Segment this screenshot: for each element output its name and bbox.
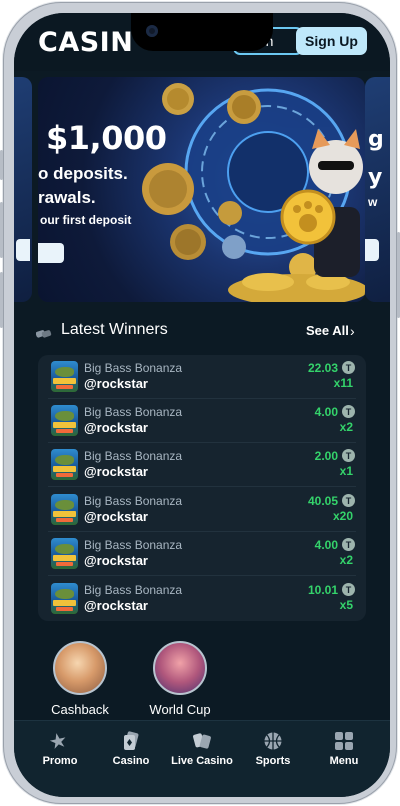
next-banner-text-1: g [368,127,384,152]
game-name: Big Bass Bonanza [84,538,183,552]
tether-coin-icon: T [342,449,355,462]
banner-cta-button[interactable] [38,243,64,263]
win-multiplier: x11 [333,376,353,390]
mute-switch [0,150,3,180]
nav-label: Sports [255,755,291,767]
win-amount: 2.00 [314,449,338,463]
win-multiplier: x2 [339,553,353,567]
winners-icon [36,330,52,338]
tether-coin-icon: T [342,538,355,551]
win-multiplier: x2 [339,420,353,434]
nav-casino[interactable]: Casino [95,729,167,777]
nav-label: Casino [112,755,150,767]
world-cup-thumbnail[interactable] [153,641,207,695]
cashback-thumbnail[interactable] [53,641,107,695]
nav-label: Promo [42,755,78,767]
win-amount: 4.00 [314,538,338,552]
game-name: Big Bass Bonanza [84,449,183,463]
banner-text-line-2: rawals. [38,188,96,207]
basketball-icon [264,732,282,750]
winner-row[interactable]: Big Bass Bonanza @rockstar 22.03 T x11 [38,355,366,399]
tether-coin-icon: T [342,583,355,596]
cards-icon [124,731,139,750]
bottom-navigation: Promo Casino Live Casino Sports Menu [14,720,390,797]
game-name: Big Bass Bonanza [84,405,183,419]
win-multiplier: x1 [339,464,353,478]
winner-username: @rockstar [84,464,148,479]
game-thumbnail [51,583,78,614]
game-name: Big Bass Bonanza [84,361,183,375]
winner-row[interactable]: Big Bass Bonanza @rockstar 2.00 T x1 [38,443,366,487]
game-thumbnail [51,449,78,480]
promo-label: World Cup [149,702,211,717]
front-camera [146,25,158,37]
casino-logo[interactable]: CASIN [38,27,133,58]
game-name: Big Bass Bonanza [84,494,183,508]
banner-text-line-3: our first deposit [40,213,132,227]
win-amount: 22.03 [307,361,338,375]
nav-live-casino[interactable]: Live Casino [166,729,238,777]
winner-row[interactable]: Big Bass Bonanza @rockstar 4.00 T x2 [38,532,366,576]
screen: CASIN in Sign Up g y w [14,13,390,797]
tether-coin-icon: T [342,361,355,374]
win-amount: 40.05 [307,494,338,508]
see-all-link[interactable]: See All [306,323,349,338]
nav-sports[interactable]: Sports [237,729,309,777]
star-icon [50,733,66,749]
winner-row[interactable]: Big Bass Bonanza @rockstar 40.05 T x20 [38,488,366,532]
next-banner-text-2: y [368,165,383,190]
bonus-amount: $1,000 [46,119,167,157]
winner-username: @rockstar [84,420,148,435]
winner-row[interactable]: Big Bass Bonanza @rockstar 4.00 T x2 [38,399,366,443]
game-thumbnail [51,494,78,525]
promo-banner[interactable]: $1,000 o deposits. rawals. our first dep… [38,77,365,302]
promo-label: Cashback [51,702,109,717]
win-amount: 4.00 [314,405,338,419]
winners-list: Big Bass Bonanza @rockstar 22.03 T x11 B… [38,355,366,621]
winner-username: @rockstar [84,598,148,613]
next-banner-cta[interactable] [365,239,379,261]
nav-label: Menu [329,755,359,767]
game-thumbnail [51,405,78,436]
winner-username: @rockstar [84,376,148,391]
winner-row[interactable]: Big Bass Bonanza @rockstar 10.01 T x5 [38,577,366,621]
game-thumbnail [51,361,78,392]
next-banner-text-3: w [368,195,378,209]
nav-label: Live Casino [171,755,233,767]
phone-frame: CASIN in Sign Up g y w [0,2,400,804]
chevron-right-icon[interactable]: › [350,323,355,339]
winner-username: @rockstar [84,553,148,568]
win-amount: 10.01 [307,583,338,597]
signup-button[interactable]: Sign Up [296,27,367,55]
previous-banner-card[interactable] [14,77,32,302]
latest-winners-title: Latest Winners [61,321,168,338]
game-thumbnail [51,538,78,569]
win-multiplier: x5 [339,598,353,612]
winner-username: @rockstar [84,509,148,524]
row-divider [48,486,356,487]
tether-coin-icon: T [342,494,355,507]
win-multiplier: x20 [332,509,353,523]
row-divider [48,575,356,576]
live-cards-icon [193,733,211,749]
banner-text-line-1: o deposits. [38,164,128,183]
volume-up-button [0,202,3,258]
tether-coin-icon: T [342,405,355,418]
volume-down-button [0,272,3,328]
next-banner-card[interactable]: g y w [365,77,390,302]
game-name: Big Bass Bonanza [84,583,183,597]
nav-promo[interactable]: Promo [24,729,96,777]
grid-icon [335,732,353,750]
nav-menu[interactable]: Menu [308,729,380,777]
previous-banner-cta[interactable] [16,239,30,261]
